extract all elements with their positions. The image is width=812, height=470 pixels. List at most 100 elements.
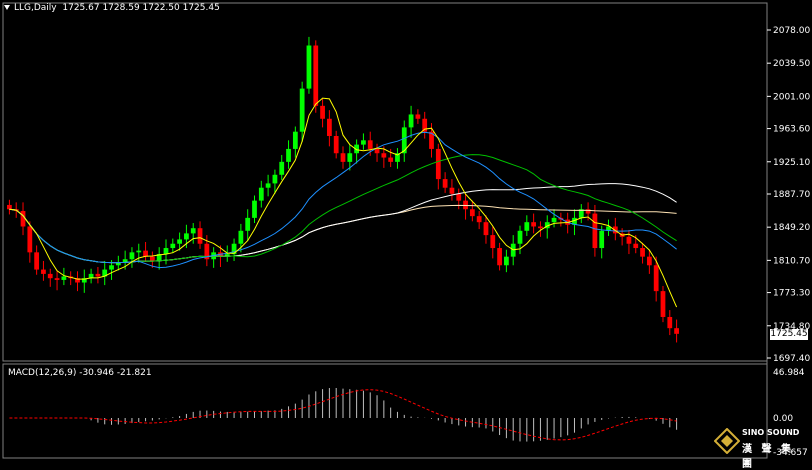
candle-body <box>381 153 387 158</box>
chart-header: LLG,Daily 1725.67 1728.59 1722.50 1725.4… <box>4 3 220 13</box>
symbol-timeframe: LLG,Daily <box>14 3 57 13</box>
candle-body <box>653 265 659 292</box>
candle-body <box>299 88 305 132</box>
brand-chinese: 漢 聲 集 團 <box>742 444 794 470</box>
candle-body <box>306 45 312 89</box>
candle-body <box>456 193 462 201</box>
price-tick-label: 1925.10 <box>773 158 810 168</box>
candle-body <box>95 273 101 277</box>
candle-body <box>469 209 475 217</box>
candle-body <box>374 148 380 154</box>
candle-body <box>170 243 176 249</box>
candle-body <box>41 269 46 274</box>
candle-body <box>667 316 673 329</box>
price-tick-label: 1887.70 <box>773 190 810 200</box>
candle-body <box>292 131 298 149</box>
candle-body <box>320 105 325 119</box>
candle-body <box>190 228 196 234</box>
candle-body <box>340 153 346 162</box>
candle-body <box>435 148 441 180</box>
candle-body <box>184 233 189 240</box>
candle-body <box>640 248 645 257</box>
candle-body <box>286 148 291 162</box>
price-tick-label: 2078.00 <box>773 26 810 36</box>
price-tick-label: 1697.40 <box>773 354 810 364</box>
candle-body <box>61 276 67 280</box>
diamond-logo-icon <box>714 428 740 454</box>
price-tick-label: 2001.00 <box>773 92 810 102</box>
price-tick-label: 1963.60 <box>773 125 810 135</box>
candle-body <box>463 200 468 210</box>
candle-body <box>524 222 530 231</box>
candle-body <box>646 256 652 266</box>
price-tick-label: 2039.50 <box>773 59 810 69</box>
macd-panel-frame <box>2 363 768 459</box>
candle-body <box>252 200 257 218</box>
candle-body <box>258 187 264 201</box>
candle-body <box>497 248 502 266</box>
candle-body <box>163 248 169 255</box>
candle-body <box>483 222 489 236</box>
ma-fast-line <box>9 97 678 308</box>
macd-histogram <box>90 388 678 442</box>
candle-body <box>517 230 523 244</box>
candle-body <box>129 252 135 260</box>
current-price-tag: 1725.45 <box>770 329 808 340</box>
candle-body <box>265 183 271 188</box>
macd-tick-label: 0.00 <box>773 414 793 424</box>
candle-body <box>531 222 537 227</box>
candle-body <box>177 239 182 244</box>
candle-body <box>54 278 60 280</box>
candle-body <box>490 235 496 249</box>
chart-window[interactable]: 2078.00 2039.50 2001.00 1963.60 1925.10 1887.… <box>0 0 812 470</box>
candle-body <box>109 265 114 270</box>
candle-body <box>245 217 251 231</box>
candle-body <box>333 136 339 154</box>
candle-body <box>633 243 639 249</box>
price-axis: 2078.00 2039.50 2001.00 1963.60 1925.10 1887.… <box>767 26 810 364</box>
candle-body <box>361 140 366 145</box>
candle-body <box>388 157 394 162</box>
candle-body <box>415 114 421 119</box>
candle-body <box>27 226 33 253</box>
dropdown-triangle-icon[interactable] <box>4 5 10 10</box>
candle-body <box>149 256 155 261</box>
macd-label: MACD(12,26,9) -30.946 -21.821 <box>8 368 152 378</box>
candle-body <box>20 210 26 227</box>
price-tick-label: 1773.30 <box>773 289 810 299</box>
brand-english: SINO SOUND <box>742 428 800 437</box>
candle-body <box>408 114 414 128</box>
candle-body <box>327 118 332 137</box>
candle-body <box>313 45 319 106</box>
ma-longest-line <box>9 204 677 264</box>
candle-body <box>476 216 482 223</box>
candle-body <box>279 161 285 175</box>
candle-body <box>197 228 203 244</box>
ohlc-values: 1725.67 1728.59 1722.50 1725.45 <box>62 3 220 13</box>
macd-tick-label: 46.984 <box>773 368 805 378</box>
candle-body <box>504 256 509 266</box>
candle-body <box>538 226 543 229</box>
candle-body <box>592 213 598 249</box>
candle-body <box>272 174 278 184</box>
candle-body <box>599 230 605 249</box>
candle-body <box>551 217 557 223</box>
candle-body <box>442 179 448 188</box>
main-panel-frame <box>2 2 768 362</box>
candle-body <box>238 230 244 244</box>
ma-slow-line <box>9 154 677 264</box>
candle-body <box>449 187 455 194</box>
candle-body <box>7 204 12 210</box>
candle-body <box>674 328 679 334</box>
watermark-logo: SINO SOUND 漢 聲 集 團 <box>712 424 810 470</box>
candlesticks <box>7 36 679 343</box>
chart-canvas[interactable]: 2078.00 2039.50 2001.00 1963.60 1925.10 1887.… <box>0 0 812 460</box>
candle-body <box>660 291 666 317</box>
candle-body <box>626 236 632 244</box>
candle-body <box>47 273 53 279</box>
candle-body <box>136 250 142 253</box>
candle-body <box>347 153 353 162</box>
candle-body <box>367 140 373 149</box>
candle-body <box>34 252 40 270</box>
price-tick-label: 1849.20 <box>773 223 810 233</box>
